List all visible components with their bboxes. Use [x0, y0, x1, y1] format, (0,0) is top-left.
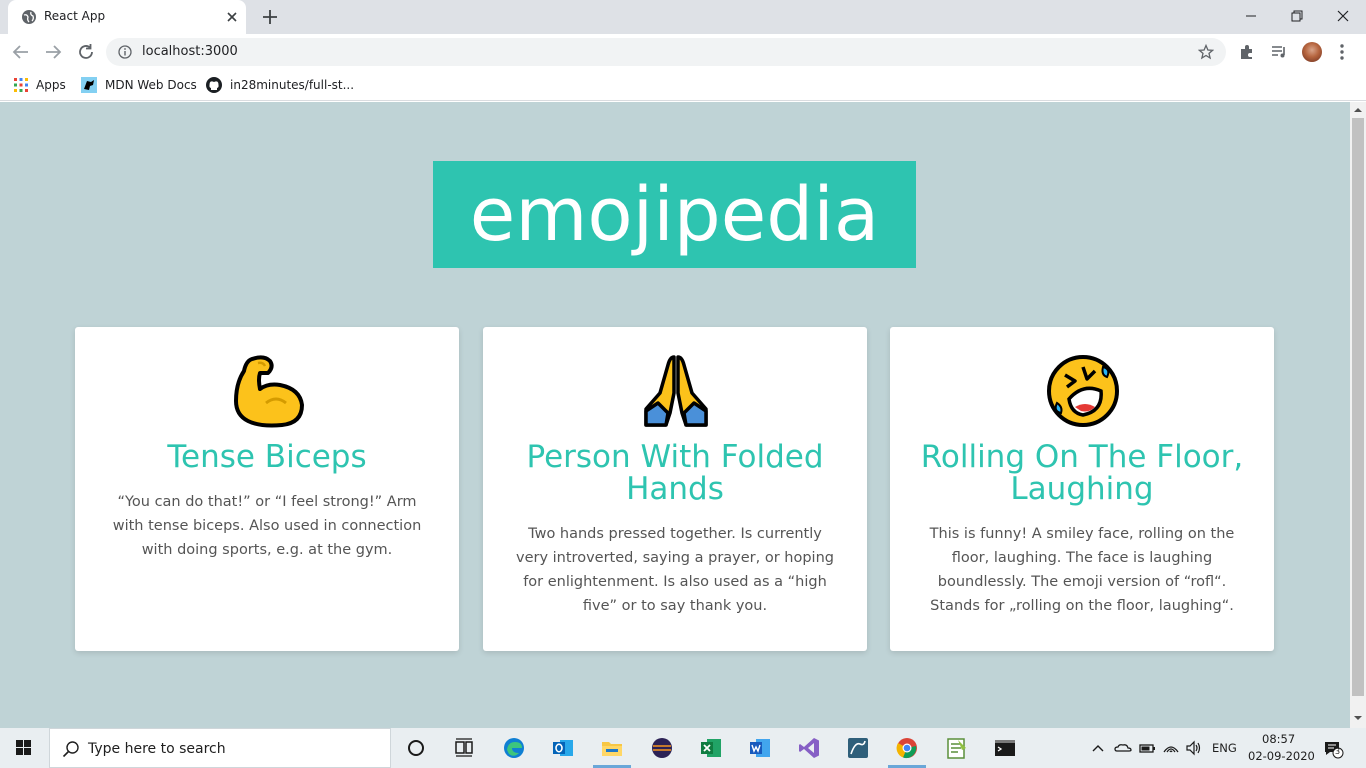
bookmark-apps[interactable]: Apps — [14, 76, 66, 94]
restore-icon[interactable] — [1274, 4, 1320, 28]
profile-avatar[interactable] — [1302, 42, 1322, 62]
tense-biceps-emoji-icon — [234, 355, 304, 428]
emoji-card: Tense Biceps “You can do that!” or “I fe… — [75, 327, 459, 651]
page-title: emojipedia — [469, 171, 880, 258]
url-text[interactable]: localhost:3000 — [142, 44, 238, 59]
task-view-icon[interactable] — [452, 736, 476, 760]
card-description: “You can do that!” or “I feel strong!” A… — [112, 494, 422, 558]
bookmarks-bar: Apps MDN Web Docs in28minutes/full-st... — [0, 70, 1366, 101]
notification-count-badge: 3 — [1335, 747, 1341, 756]
scroll-up-arrow-icon[interactable] — [1354, 106, 1362, 114]
card-description: This is funny! A smiley face, rolling on… — [929, 526, 1235, 614]
notification-center-icon[interactable] — [1322, 736, 1344, 760]
clock-time[interactable]: 08:57 — [1262, 732, 1295, 746]
kebab-menu-icon[interactable] — [1336, 42, 1348, 62]
edge-browser-icon[interactable] — [502, 736, 526, 760]
mysql-workbench-icon[interactable] — [846, 736, 870, 760]
tray-overflow-chevron-icon[interactable] — [1090, 736, 1106, 760]
apps-grid-icon — [14, 78, 28, 92]
visual-studio-icon[interactable] — [797, 736, 821, 760]
card-title: Tense Biceps — [167, 439, 367, 475]
tab-title: React App — [44, 9, 106, 23]
tab-strip: React App — [0, 0, 1366, 34]
rofl-emoji-icon — [1047, 355, 1119, 427]
battery-icon[interactable] — [1138, 736, 1156, 760]
outlook-icon[interactable] — [551, 736, 575, 760]
cortana-icon[interactable] — [404, 736, 428, 760]
address-bar[interactable]: localhost:3000 — [106, 38, 1226, 66]
notepad-plus-plus-icon[interactable] — [944, 736, 968, 760]
wifi-icon[interactable] — [1162, 736, 1180, 760]
bookmark-label: MDN Web Docs — [105, 78, 197, 92]
scrollbar-thumb[interactable] — [1352, 118, 1364, 696]
globe-icon — [22, 10, 36, 24]
eclipse-ide-icon[interactable] — [650, 736, 674, 760]
language-indicator[interactable]: ENG — [1212, 741, 1237, 755]
emoji-card: Person With Folded Hands Two hands press… — [483, 327, 867, 651]
emoji-card: Rolling On The Floor, Laughing This is f… — [890, 327, 1274, 651]
info-icon[interactable] — [118, 45, 132, 59]
bookmark-label: Apps — [36, 78, 66, 92]
volume-icon[interactable] — [1185, 736, 1203, 760]
github-icon — [206, 77, 222, 93]
vertical-scrollbar[interactable] — [1350, 102, 1366, 728]
bookmark-mdn[interactable]: MDN Web Docs — [81, 76, 197, 94]
taskbar-search-box[interactable]: Type here to search — [49, 728, 391, 768]
browser-toolbar: localhost:3000 — [0, 34, 1366, 70]
search-placeholder: Type here to search — [88, 741, 226, 757]
chrome-icon[interactable] — [895, 736, 919, 760]
word-icon[interactable] — [748, 736, 772, 760]
search-icon — [62, 741, 79, 758]
extensions-puzzle-icon[interactable] — [1238, 43, 1256, 61]
page-viewport: emojipedia Tense Biceps “You can do that… — [0, 102, 1350, 728]
bookmark-github[interactable]: in28minutes/full-st... — [206, 76, 354, 94]
media-control-icon[interactable] — [1270, 43, 1288, 61]
forward-arrow-icon[interactable] — [42, 41, 64, 63]
card-description: Two hands pressed together. Is currently… — [516, 526, 834, 614]
command-prompt-icon[interactable] — [993, 736, 1017, 760]
windows-taskbar: Type here to search ENG 08:57 02-09-2020… — [0, 728, 1366, 768]
new-tab-plus-icon[interactable] — [261, 8, 279, 26]
tab-react-app[interactable]: React App — [8, 0, 246, 34]
close-icon[interactable] — [224, 9, 240, 25]
scroll-down-arrow-icon[interactable] — [1354, 714, 1362, 722]
page-title-banner: emojipedia — [433, 161, 916, 268]
onedrive-icon[interactable] — [1114, 736, 1132, 760]
excel-icon[interactable] — [699, 736, 723, 760]
card-title: Rolling On The Floor, Laughing — [920, 439, 1244, 507]
minimize-icon[interactable] — [1228, 4, 1274, 28]
mdn-dino-icon — [81, 77, 97, 93]
folded-hands-emoji-icon — [644, 355, 708, 427]
reload-icon[interactable] — [75, 41, 97, 63]
bookmark-star-icon[interactable] — [1198, 44, 1214, 60]
window-close-icon[interactable] — [1320, 4, 1366, 28]
windows-start-icon[interactable] — [0, 728, 48, 768]
back-arrow-icon[interactable] — [10, 41, 32, 63]
bookmark-label: in28minutes/full-st... — [230, 78, 355, 92]
clock-date[interactable]: 02-09-2020 — [1248, 749, 1315, 763]
card-title: Person With Folded Hands — [526, 439, 824, 507]
file-explorer-icon[interactable] — [600, 736, 624, 760]
